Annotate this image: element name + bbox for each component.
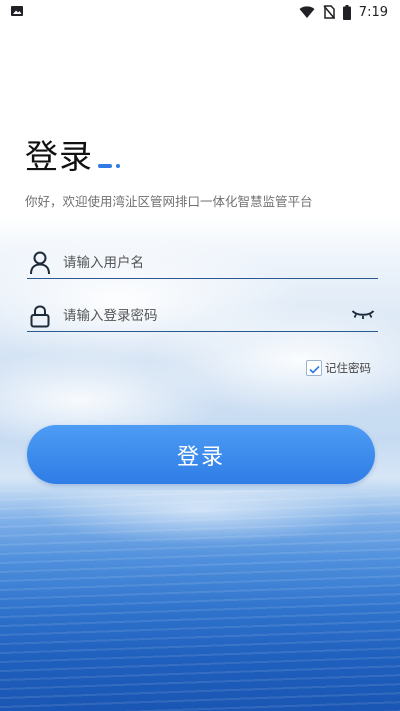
- battery-icon: [342, 4, 351, 20]
- status-time: 7:19: [358, 4, 388, 20]
- password-field: [27, 301, 378, 332]
- remember-password-checkbox[interactable]: [306, 360, 322, 376]
- status-bar: 7:19: [0, 0, 400, 24]
- page-title: 登录: [25, 137, 93, 176]
- remember-password-toggle[interactable]: 记住密码: [306, 360, 371, 376]
- title-decoration: [98, 164, 120, 168]
- password-input[interactable]: [63, 308, 350, 324]
- user-icon: [27, 250, 53, 276]
- sea-shimmer: [0, 490, 400, 711]
- checkmark-icon: [308, 359, 320, 378]
- lock-icon: [27, 303, 53, 329]
- decoration-dot: [116, 164, 120, 168]
- decoration-bar: [98, 164, 112, 168]
- wifi-icon: [299, 5, 315, 19]
- title-block: 登录: [25, 136, 120, 178]
- login-button[interactable]: 登录: [27, 425, 375, 484]
- welcome-subtitle: 你好，欢迎使用湾沚区管网排口一体化智慧监管平台: [25, 194, 313, 209]
- username-field: [27, 248, 378, 279]
- toggle-password-visibility-button[interactable]: [350, 303, 376, 329]
- eye-closed-icon: [351, 307, 375, 326]
- image-icon: [10, 3, 24, 22]
- username-input[interactable]: [63, 255, 378, 271]
- remember-password-label: 记住密码: [325, 361, 371, 375]
- no-sim-icon: [323, 5, 335, 19]
